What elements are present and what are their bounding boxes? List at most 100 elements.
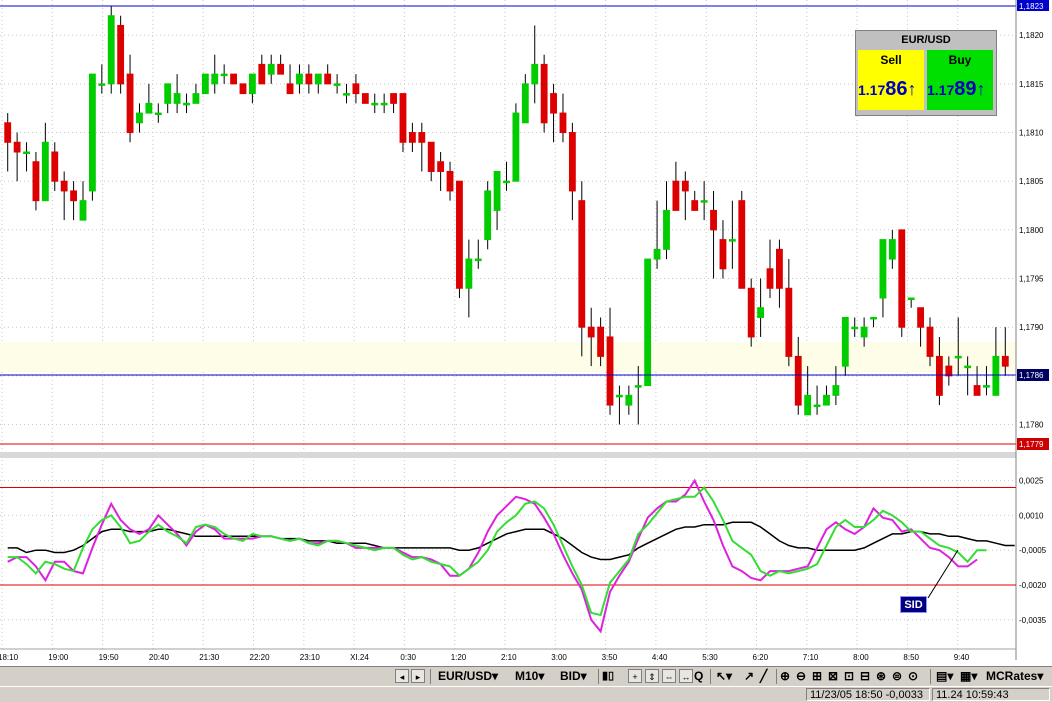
- crosshair-icon[interactable]: +: [628, 669, 642, 683]
- time-tick-label: 4:40: [652, 653, 668, 662]
- draw-tool-icon[interactable]: ↗: [744, 669, 754, 684]
- time-tick-label: 23:10: [300, 653, 321, 662]
- candle: [474, 239, 482, 269]
- candle-body: [465, 258, 473, 289]
- candle: [540, 54, 548, 133]
- zoom-in-icon[interactable]: ⊕: [780, 669, 790, 684]
- time-tick-label: 2:10: [501, 653, 517, 662]
- dropdown-arrow-icon: ▾: [580, 669, 587, 683]
- candle-body: [917, 307, 925, 328]
- chart-settings-icon[interactable]: ▤▾: [936, 669, 953, 684]
- candle-body: [907, 297, 915, 300]
- time-tick-label: 6:20: [753, 653, 769, 662]
- candle-body: [145, 102, 153, 114]
- indicator-axis[interactable]: 0,0025 0,0010 -0,0005 -0,0020 -0,0035: [1019, 477, 1047, 625]
- candle-body: [559, 112, 567, 134]
- candle: [201, 73, 209, 95]
- candle-body: [766, 268, 774, 289]
- price-tick-label: 1,1800: [1019, 226, 1044, 235]
- zoom-out-icon[interactable]: ⊖: [796, 669, 806, 684]
- low-price-badge: 1,1779: [1019, 440, 1044, 449]
- time-tick-label: 19:50: [99, 653, 120, 662]
- time-tick-label: 9:40: [954, 653, 970, 662]
- cursor-icon[interactable]: ⇕: [645, 669, 659, 683]
- candle: [653, 200, 661, 269]
- sid-indicator-label[interactable]: SID: [900, 596, 927, 613]
- layout-icon[interactable]: ▦▾: [960, 669, 977, 684]
- zoom-area-icon[interactable]: ⊠: [828, 669, 838, 684]
- time-tick-label: 21:30: [199, 653, 220, 662]
- candle-body: [41, 141, 49, 202]
- sell-price: 1.1786↑: [858, 78, 917, 100]
- candle-body: [634, 385, 642, 388]
- price-tick-label: 1,1815: [1019, 80, 1044, 89]
- zoom-auto-icon[interactable]: ⊙: [908, 669, 918, 684]
- candle-body: [587, 326, 595, 338]
- search-icon[interactable]: Q: [694, 669, 703, 684]
- candle-body: [870, 316, 877, 320]
- candle-body: [578, 200, 586, 328]
- candle: [117, 15, 125, 94]
- candle-body: [681, 180, 689, 192]
- chart-type-icon[interactable]: ▮▯: [602, 669, 614, 684]
- time-axis[interactable]: 18:10 19:00 19:50 20:40 21:30 22:20 23:10 XI.24…: [0, 653, 970, 662]
- candle: [267, 54, 275, 84]
- zoom-time-icon[interactable]: ⊡: [844, 669, 854, 684]
- candle-body: [314, 73, 322, 85]
- sell-button[interactable]: Sell 1.1786↑: [858, 50, 924, 110]
- time-tick-label: 8:50: [903, 653, 919, 662]
- pane-separator[interactable]: [0, 452, 1016, 458]
- candle-body: [851, 326, 859, 330]
- candle-body: [23, 151, 30, 154]
- candle-body: [371, 102, 379, 106]
- candle: [870, 316, 877, 328]
- candle: [823, 385, 830, 406]
- pointer-tool-icon[interactable]: ↖▾: [716, 669, 732, 684]
- scroll-left-button[interactable]: ◂: [395, 669, 409, 683]
- timeframe-selector[interactable]: M10▾: [515, 669, 544, 684]
- line-tool-icon[interactable]: ╱: [760, 669, 767, 684]
- up-arrow-icon: ↑: [976, 79, 986, 99]
- time-tick-label: 3:00: [551, 653, 567, 662]
- candle-body: [738, 200, 746, 289]
- scroll-right-button[interactable]: ▸: [411, 669, 425, 683]
- candle-body: [992, 355, 1000, 396]
- candle-body: [361, 93, 369, 104]
- indicator-tick-label: 0,0025: [1019, 477, 1044, 486]
- zoom-reset-icon[interactable]: ⊛: [876, 669, 886, 684]
- candle-body: [964, 365, 972, 369]
- time-tick-label: 3:50: [602, 653, 618, 662]
- zoom-range-icon[interactable]: ⇔: [662, 669, 676, 683]
- time-tick-label: 5:30: [702, 653, 718, 662]
- candle: [126, 54, 134, 143]
- scale-icon[interactable]: ↔: [679, 669, 693, 683]
- candle: [606, 307, 614, 415]
- price-tick-label: 1,1810: [1019, 129, 1044, 138]
- candle-body: [296, 73, 303, 85]
- candle: [41, 122, 49, 202]
- candle-body: [785, 287, 793, 357]
- price-tick-label: 1,1805: [1019, 177, 1044, 186]
- candle: [512, 103, 520, 182]
- candle-body: [456, 180, 463, 289]
- candle: [352, 74, 360, 104]
- candle: [136, 103, 143, 133]
- candle: [691, 190, 699, 211]
- candle-body: [926, 326, 934, 357]
- price-type-selector[interactable]: BID▾: [560, 669, 587, 684]
- candle: [776, 239, 783, 308]
- candle: [107, 6, 115, 94]
- zoom-fit-icon[interactable]: ⊞: [812, 669, 822, 684]
- symbol-selector[interactable]: EUR/USD▾: [438, 669, 498, 684]
- candle-body: [286, 83, 294, 95]
- candle: [361, 93, 369, 104]
- candle-body: [531, 63, 539, 85]
- candle-body: [747, 287, 755, 338]
- zoom-history-icon[interactable]: ⊜: [892, 669, 902, 684]
- candle-body: [954, 355, 962, 359]
- zoom-price-icon[interactable]: ⊟: [860, 669, 870, 684]
- buy-button[interactable]: Buy 1.1789↑: [927, 50, 993, 110]
- candle-body: [399, 93, 407, 143]
- candle-body: [51, 151, 59, 182]
- feed-selector[interactable]: MCRates▾: [986, 669, 1043, 684]
